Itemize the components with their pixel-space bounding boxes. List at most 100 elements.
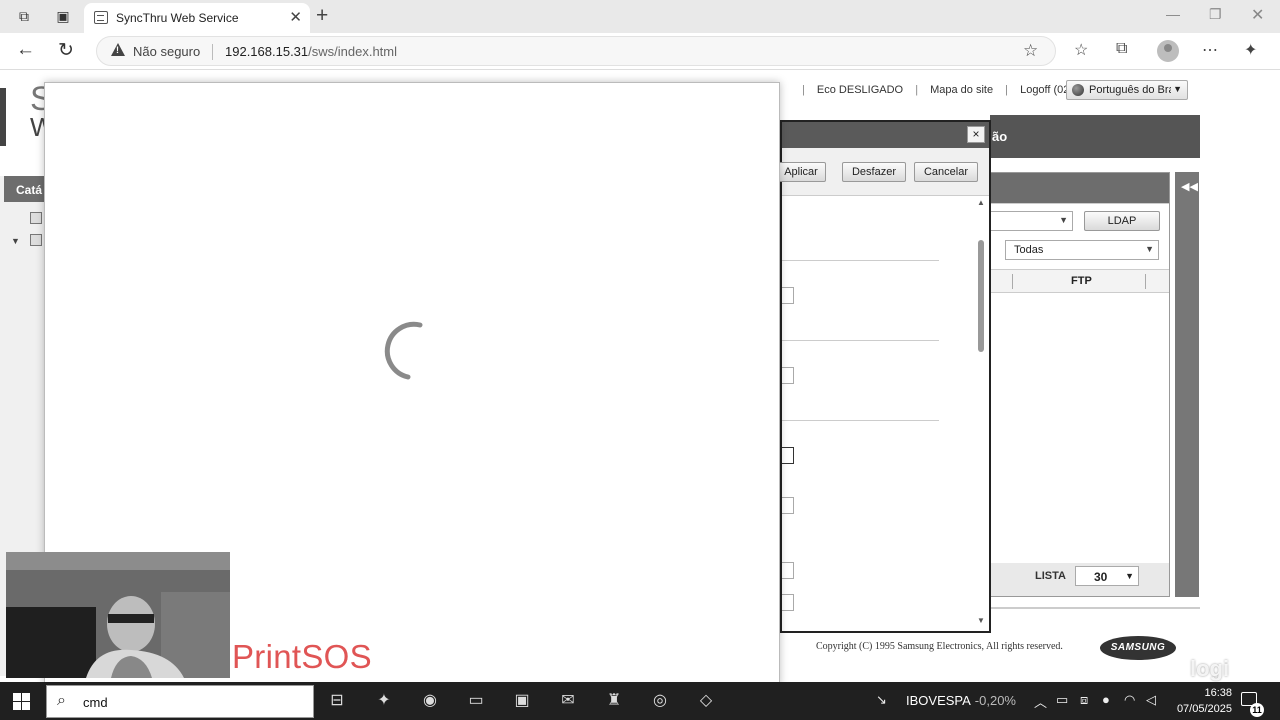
app-icon[interactable]: ♜: [603, 690, 625, 712]
divider-line: [782, 420, 939, 421]
collapse-left-icon[interactable]: ◀◀: [1181, 180, 1198, 193]
notes-app-icon[interactable]: ◇: [695, 690, 717, 712]
workspaces-icon[interactable]: ⧉: [15, 7, 33, 25]
ticker-change: -0,20%: [974, 693, 1016, 708]
chevron-down-icon: ▼: [1125, 571, 1134, 581]
security-status[interactable]: Não seguro: [133, 44, 200, 59]
dialog-field[interactable]: [782, 594, 794, 611]
profile-avatar[interactable]: [1157, 40, 1179, 62]
back-icon[interactable]: ←: [16, 39, 35, 61]
favorite-star-icon[interactable]: ☆: [1023, 41, 1038, 61]
list-size-select[interactable]: 30 ▼: [1075, 566, 1139, 586]
scroll-down-icon[interactable]: ▼: [977, 616, 985, 625]
column-headers: FTP: [991, 269, 1169, 293]
windows-taskbar: ⌕ cmd ⊟ ✦ ◉ ▭ ▣ ✉ ♜ ◎ ◇ ↘ IBOVESPA -0,20%…: [0, 682, 1280, 720]
tab-title: SyncThru Web Service: [116, 11, 239, 25]
samsung-logo: SAMSUNG: [1100, 636, 1176, 660]
more-menu-icon[interactable]: ⋯: [1202, 40, 1218, 60]
filter-value: Todas: [1014, 244, 1044, 256]
chevron-down-icon: ▼: [1059, 215, 1068, 225]
scroll-thumb[interactable]: [978, 240, 984, 352]
scroll-up-icon[interactable]: ▲: [977, 198, 985, 207]
dialog-close-icon[interactable]: ×: [967, 126, 985, 143]
url-host: 192.168.15.31: [225, 44, 309, 59]
eco-link[interactable]: Eco DESLIGADO: [817, 84, 903, 96]
copilot-app-icon[interactable]: ✦: [373, 690, 395, 712]
store-icon[interactable]: ▣: [511, 690, 533, 712]
column-ftp[interactable]: FTP: [1071, 275, 1092, 287]
restore-icon[interactable]: ❐: [1209, 6, 1222, 23]
tree-header: Catá: [4, 176, 46, 202]
favorites-icon[interactable]: ☆: [1074, 40, 1088, 60]
list-header-bar: [991, 173, 1169, 203]
search-type-select[interactable]: ▼: [991, 211, 1073, 231]
language-select[interactable]: Português do Brasil ▼: [1066, 80, 1188, 100]
chrome-icon[interactable]: ◎: [649, 690, 671, 712]
phone-book-icon[interactable]: [30, 212, 42, 224]
presenter-image: [6, 552, 230, 678]
file-explorer-icon[interactable]: ▭: [465, 690, 487, 712]
system-clock[interactable]: 16:38 07/05/2025: [1168, 685, 1232, 717]
volume-icon[interactable]: ◁: [1146, 692, 1156, 708]
channel-logo: PrintSOS: [232, 638, 372, 675]
clock-time: 16:38: [1204, 687, 1232, 699]
search-icon: ⌕: [57, 692, 66, 709]
minimize-icon[interactable]: —: [1166, 6, 1180, 22]
task-view-icon[interactable]: ⊟: [326, 690, 348, 712]
close-window-icon[interactable]: ✕: [1251, 5, 1264, 25]
display-icon[interactable]: ⧈: [1080, 692, 1088, 708]
microphone-icon[interactable]: ●: [1102, 692, 1110, 707]
refresh-icon[interactable]: ↻: [58, 39, 74, 62]
warning-icon[interactable]: [111, 43, 125, 56]
stock-chart-icon[interactable]: ↘: [876, 692, 887, 708]
section-header: ão: [990, 115, 1200, 158]
address-bar[interactable]: Não seguro 192.168.15.31/sws/index.html …: [96, 36, 1056, 66]
notification-count: 11: [1250, 703, 1264, 717]
divider-line: [782, 340, 939, 341]
collapse-panel-strip[interactable]: ◀◀: [1175, 172, 1199, 597]
dialog-scrollbar[interactable]: ▲ ▼: [976, 198, 986, 628]
collections-icon[interactable]: ⧉: [1116, 40, 1127, 58]
tab-syncthru[interactable]: SyncThru Web Service ✕: [84, 3, 310, 33]
undo-button[interactable]: Desfazer: [842, 162, 906, 182]
printer-favicon-icon: [94, 11, 108, 24]
url-path: /sws/index.html: [308, 44, 398, 59]
dialog-field[interactable]: [782, 447, 794, 464]
column-divider: [1145, 274, 1146, 289]
clock-date: 07/05/2025: [1176, 703, 1232, 715]
tab-actions-icon[interactable]: ▣: [54, 7, 72, 25]
battery-icon[interactable]: ▭: [1056, 692, 1068, 708]
sitemap-link[interactable]: Mapa do site: [930, 84, 993, 96]
copilot-icon[interactable]: ✦: [1244, 40, 1257, 60]
chevron-down-icon: ▼: [1145, 244, 1154, 254]
address-toolbar: ← ↻ Não seguro 192.168.15.31/sws/index.h…: [0, 33, 1280, 70]
stock-ticker[interactable]: IBOVESPA -0,20%: [906, 693, 1016, 708]
group-icon[interactable]: [30, 234, 42, 246]
language-value: Português do Brasil: [1089, 84, 1171, 96]
cancel-button[interactable]: Cancelar: [914, 162, 978, 182]
apply-button[interactable]: Aplicar: [776, 162, 826, 182]
windows-start-icon[interactable]: [13, 693, 30, 710]
section-title: ão: [992, 129, 1008, 144]
top-links: | Eco DESLIGADO | Mapa do site | Logoff …: [802, 84, 1089, 96]
new-tab-icon[interactable]: +: [316, 4, 328, 28]
wifi-icon[interactable]: ◠: [1124, 692, 1135, 708]
dialog-field[interactable]: [782, 367, 794, 384]
chevron-down-icon: ▼: [1173, 84, 1182, 94]
show-hidden-icons-icon[interactable]: ︿: [1034, 692, 1047, 711]
taskbar-search-input[interactable]: ⌕ cmd: [46, 685, 314, 718]
webcam-video: [6, 552, 230, 678]
dialog-field[interactable]: [782, 287, 794, 304]
expand-arrow-icon[interactable]: ▼: [11, 236, 20, 246]
edge-browser-icon[interactable]: ◉: [419, 690, 441, 712]
outlook-icon[interactable]: ✉: [557, 690, 579, 712]
dialog-field[interactable]: [782, 497, 794, 514]
search-value: cmd: [83, 695, 108, 710]
dialog-field[interactable]: [782, 562, 794, 579]
logi-watermark: logi: [1190, 656, 1230, 681]
ldap-button[interactable]: LDAP: [1084, 211, 1160, 231]
filter-select[interactable]: Todas ▼: [1005, 240, 1159, 260]
address-list-panel: ▼ LDAP Todas ▼ FTP LISTA 30 ▼: [990, 172, 1170, 597]
url-text[interactable]: 192.168.15.31/sws/index.html: [225, 44, 397, 59]
close-tab-icon[interactable]: ✕: [289, 8, 302, 26]
